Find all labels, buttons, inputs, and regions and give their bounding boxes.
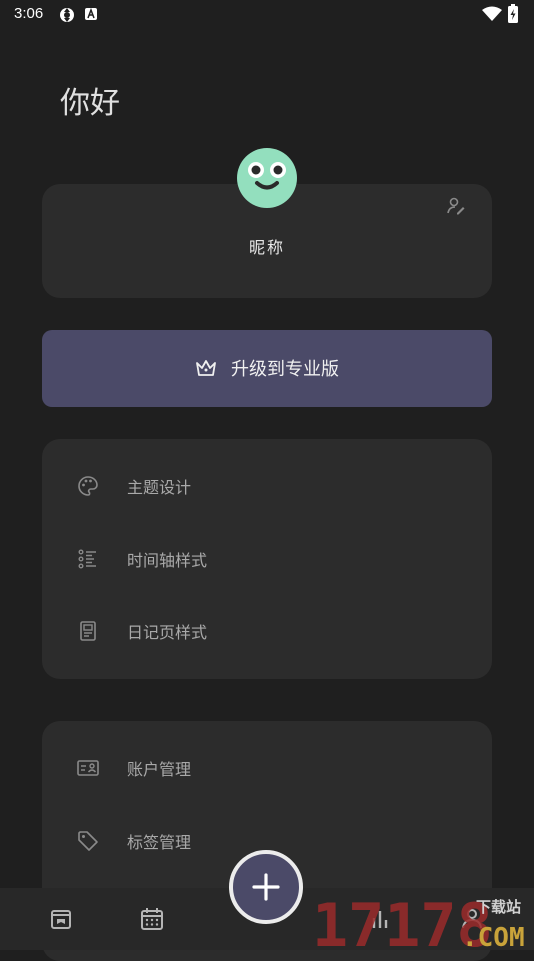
nav-calendar-icon[interactable] <box>139 906 165 932</box>
menu-label-tag-management: 标签管理 <box>127 833 192 852</box>
sync-icon <box>60 8 74 22</box>
crown-icon <box>196 360 216 376</box>
wifi-icon <box>482 6 502 21</box>
menu-label-diary-page-style: 日记页样式 <box>127 623 208 642</box>
edit-profile-icon[interactable] <box>446 196 466 216</box>
keyboard-a-icon <box>85 7 97 20</box>
palette-icon <box>78 476 98 496</box>
timeline-list-icon <box>78 549 96 569</box>
menu-item-theme-design[interactable]: 主题设计 <box>42 461 492 511</box>
menu-label-timeline-style: 时间轴样式 <box>127 551 208 570</box>
smiley-face-icon <box>248 162 286 190</box>
upgrade-pro-button[interactable]: 升级到专业版 <box>42 330 492 407</box>
menu-item-diary-page-style[interactable]: 日记页样式 <box>42 606 492 656</box>
watermark-site-cn: 下载站 <box>476 898 521 916</box>
upgrade-label: 升级到专业版 <box>231 359 339 380</box>
watermark-site-en: .COM <box>462 923 525 950</box>
status-time: 3:06 <box>14 5 44 22</box>
diary-page-icon <box>80 621 96 641</box>
avatar[interactable] <box>237 148 297 208</box>
nickname-label[interactable]: 昵称 <box>42 234 492 258</box>
site-watermark-logo: 17178 下载站 .COM <box>312 891 525 950</box>
nav-diary-icon[interactable] <box>48 906 74 932</box>
appearance-settings-card: 主题设计 时间轴样式 日记页样式 <box>42 439 492 679</box>
menu-label-theme-design: 主题设计 <box>127 478 192 497</box>
menu-label-account-management: 账户管理 <box>127 760 192 779</box>
account-card-icon <box>77 760 99 776</box>
menu-item-timeline-style[interactable]: 时间轴样式 <box>42 534 492 584</box>
battery-charging-icon <box>508 4 518 23</box>
status-bar: 3:06 <box>0 0 534 28</box>
plus-icon <box>252 873 280 901</box>
greeting-title: 你好 <box>60 86 120 121</box>
tag-icon <box>78 831 98 851</box>
menu-item-account-management[interactable]: 账户管理 <box>42 743 492 793</box>
add-entry-button[interactable] <box>229 850 303 924</box>
